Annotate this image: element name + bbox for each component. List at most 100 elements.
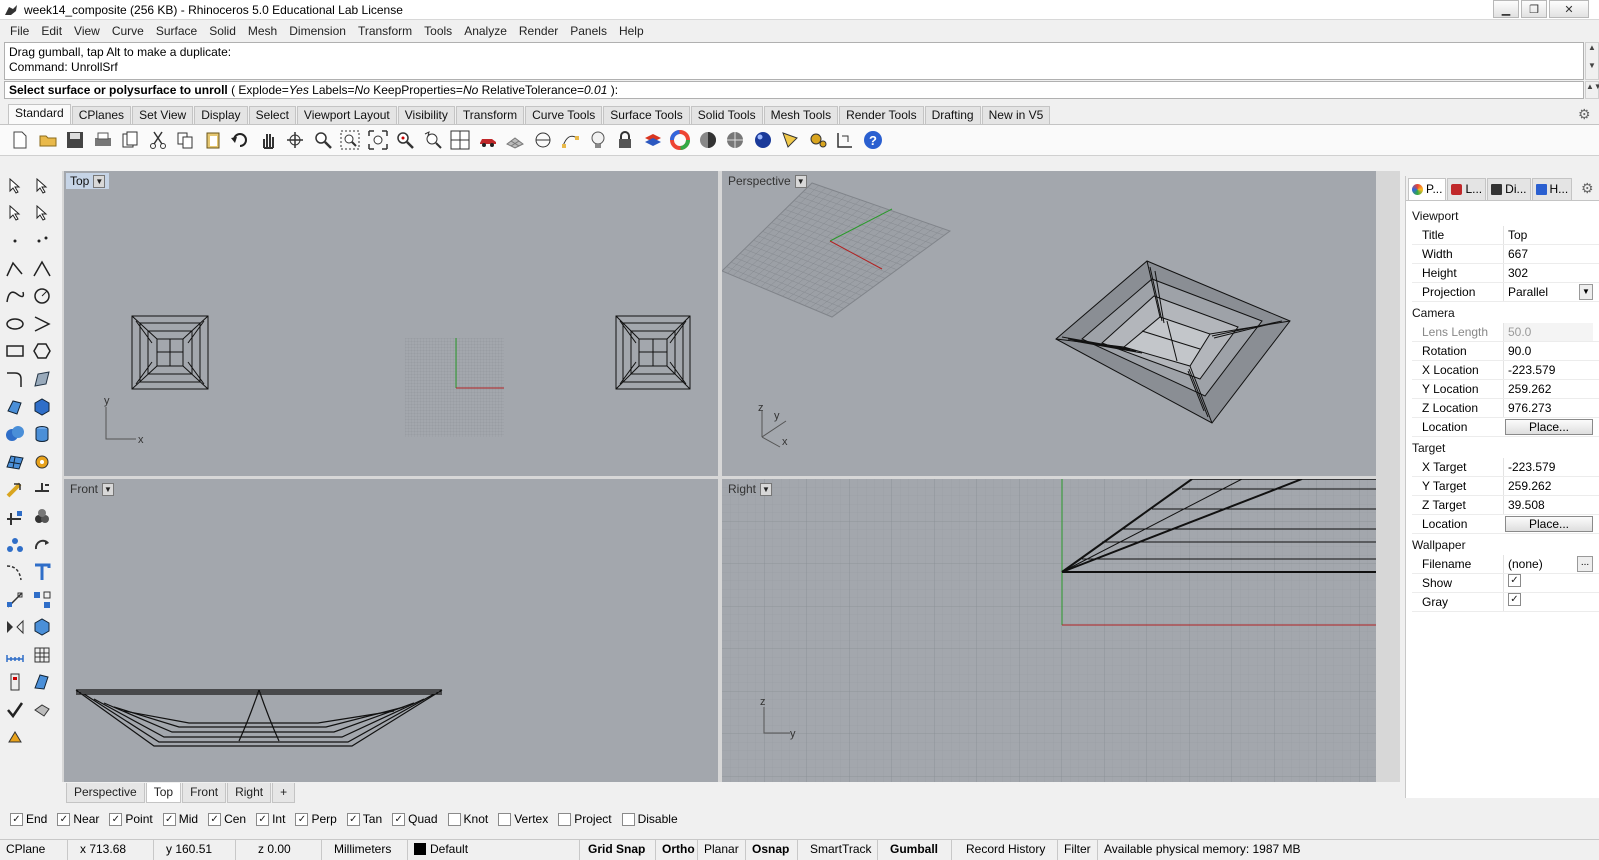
osnap-checkbox[interactable]: ✓ [346, 812, 360, 826]
tab-curve-tools[interactable]: Curve Tools [525, 106, 603, 124]
polygon-icon[interactable] [30, 339, 54, 363]
ortho-toggle[interactable]: Ortho [656, 839, 698, 860]
gear-solid-icon[interactable] [30, 450, 54, 474]
osnap-checkbox[interactable] [621, 812, 635, 826]
menu-solid[interactable]: Solid [203, 24, 242, 38]
viewport-perspective[interactable]: z y x Perspective ▼ [722, 171, 1376, 476]
osnap-end[interactable]: ✓ End [10, 812, 47, 826]
dimension-linear-icon[interactable] [3, 643, 27, 667]
tab-mesh-tools[interactable]: Mesh Tools [763, 106, 839, 124]
edit-points-icon[interactable] [558, 128, 582, 152]
point-cloud-icon[interactable] [778, 128, 802, 152]
arc-icon[interactable] [30, 312, 54, 336]
menu-tools[interactable]: Tools [418, 24, 458, 38]
osnap-checkbox[interactable]: ✓ [162, 812, 176, 826]
copy-icon[interactable] [173, 128, 197, 152]
tab-set-view[interactable]: Set View [132, 106, 194, 124]
show-checkbox[interactable]: ✓ [1508, 574, 1521, 587]
select-points-icon[interactable] [30, 174, 54, 198]
point-icon[interactable] [3, 229, 27, 253]
new-file-icon[interactable] [8, 128, 32, 152]
tab-solid-tools[interactable]: Solid Tools [690, 106, 763, 124]
rotate-view-icon[interactable] [283, 128, 307, 152]
vtab-right[interactable]: Right [227, 783, 272, 803]
viewport-front[interactable]: Front ▼ [64, 479, 718, 782]
filter-toggle[interactable]: Filter [1058, 839, 1098, 860]
gumball-toggle[interactable]: Gumball [878, 839, 952, 860]
command-history[interactable]: Drag gumball, tap Alt to make a duplicat… [4, 42, 1584, 80]
ellipse-icon[interactable] [3, 312, 27, 336]
osnap-checkbox[interactable]: ✓ [392, 812, 406, 826]
sweep-icon[interactable] [3, 560, 27, 584]
grid-icon[interactable] [503, 128, 527, 152]
extrude-icon[interactable] [3, 395, 27, 419]
trim-icon[interactable] [3, 505, 27, 529]
osnap-checkbox[interactable]: ✓ [295, 812, 309, 826]
text-icon[interactable] [30, 560, 54, 584]
tab-transform[interactable]: Transform [455, 106, 525, 124]
minimize-button[interactable]: ▁ [1493, 0, 1519, 18]
layer-icon[interactable] [641, 128, 665, 152]
vtab-top[interactable]: Top [145, 783, 182, 803]
zoom-extents-icon[interactable] [366, 128, 390, 152]
rectangle-icon[interactable] [3, 339, 27, 363]
status-layer[interactable]: Default [408, 839, 580, 860]
option-labels[interactable]: Labels=No [312, 83, 370, 97]
rendered-icon[interactable] [723, 128, 747, 152]
width-field[interactable]: 667 [1503, 245, 1593, 263]
array-icon[interactable] [3, 533, 27, 557]
pan-icon[interactable] [256, 128, 280, 152]
osnap-checkbox[interactable]: ✓ [109, 812, 123, 826]
multiple-points-icon[interactable] [30, 229, 54, 253]
tab-render-tools[interactable]: Render Tools [839, 106, 924, 124]
grid-array-icon[interactable] [30, 643, 54, 667]
shade-icon[interactable] [696, 128, 720, 152]
tab-drafting[interactable]: Drafting [924, 106, 981, 124]
car-icon[interactable] [476, 128, 500, 152]
vtab-perspective[interactable]: Perspective [66, 783, 145, 803]
fillet-curve-icon[interactable] [3, 367, 27, 391]
menu-panels[interactable]: Panels [564, 24, 613, 38]
command-prompt[interactable]: Select surface or polysurface to unroll … [4, 81, 1584, 99]
browse-button[interactable]: ... [1577, 556, 1593, 572]
filename-field[interactable]: (none)... [1503, 555, 1593, 573]
osnap-vertex[interactable]: Vertex [498, 812, 548, 826]
command-line-spinner[interactable]: ▲▼ [1585, 81, 1599, 99]
curve-cv-icon[interactable] [3, 284, 27, 308]
cylinder-icon[interactable] [30, 422, 54, 446]
status-cplane[interactable]: CPlane [0, 839, 68, 860]
history-icon[interactable] [3, 670, 27, 694]
menu-view[interactable]: View [68, 24, 106, 38]
orient-icon[interactable] [30, 477, 54, 501]
color-wheel-icon[interactable] [668, 128, 692, 152]
osnap-checkbox[interactable]: ✓ [57, 812, 71, 826]
circle-icon[interactable] [30, 284, 54, 308]
menu-render[interactable]: Render [513, 24, 564, 38]
y-target-field[interactable]: 259.262 [1503, 477, 1593, 495]
menu-file[interactable]: File [4, 24, 35, 38]
menu-edit[interactable]: Edit [35, 24, 68, 38]
scale-icon[interactable] [3, 588, 27, 612]
panel-tab-properties[interactable]: P... [1408, 178, 1447, 200]
osnap-point[interactable]: ✓ Point [109, 812, 153, 826]
menu-analyze[interactable]: Analyze [458, 24, 513, 38]
status-units[interactable]: Millimeters [322, 839, 408, 860]
rotation-field[interactable]: 90.0 [1503, 342, 1593, 360]
import-icon[interactable] [118, 128, 142, 152]
x-location-field[interactable]: -223.579 [1503, 361, 1593, 379]
vtab-front[interactable]: Front [182, 783, 227, 803]
zoom-window-icon[interactable] [338, 128, 362, 152]
osnap-toggle[interactable]: Osnap [746, 839, 798, 860]
close-button[interactable]: ✕ [1549, 0, 1589, 18]
panel-gear-icon[interactable]: ⚙ [1581, 180, 1594, 197]
panel-tab-layers[interactable]: L... [1447, 178, 1487, 200]
solid-box-blue-icon[interactable] [30, 615, 54, 639]
projection-select[interactable]: Parallel ▼ [1503, 283, 1593, 301]
osnap-disable[interactable]: Disable [621, 812, 678, 826]
curve-icon[interactable] [30, 257, 54, 281]
menu-surface[interactable]: Surface [150, 24, 203, 38]
viewport-top[interactable]: y x Top ▼ [64, 171, 718, 476]
osnap-checkbox[interactable] [558, 812, 572, 826]
distribute-icon[interactable] [30, 588, 54, 612]
undo-view-icon[interactable] [421, 128, 445, 152]
